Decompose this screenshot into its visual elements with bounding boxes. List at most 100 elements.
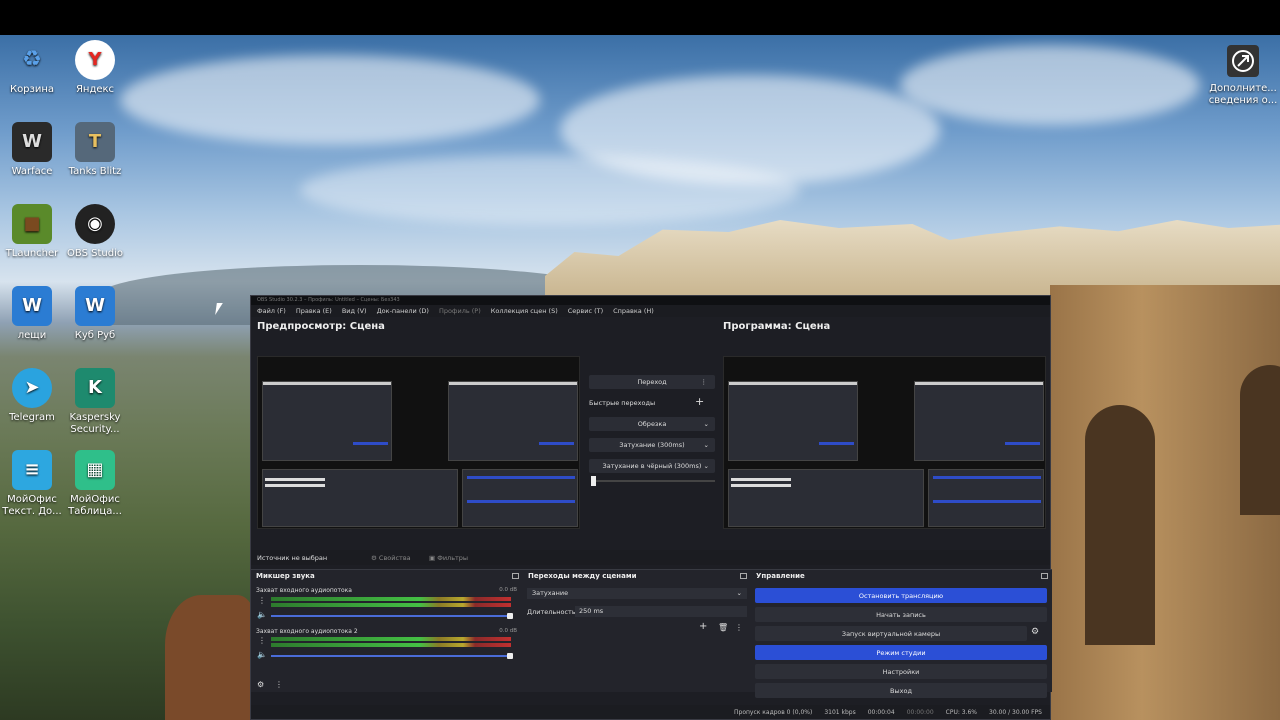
trash-icon[interactable]: 🗑 bbox=[718, 623, 728, 632]
cloud bbox=[300, 155, 800, 225]
recycle-bin-icon: ♻ bbox=[22, 47, 42, 72]
menu-view[interactable]: Вид (V) bbox=[342, 307, 367, 315]
studio-mode-button[interactable]: Режим студии bbox=[755, 645, 1047, 660]
undock-icon[interactable] bbox=[1041, 573, 1048, 579]
menu-file[interactable]: Файл (F) bbox=[257, 307, 286, 315]
volume-slider[interactable] bbox=[271, 615, 511, 617]
recursive-preview bbox=[928, 469, 1044, 527]
menu-docks[interactable]: Док-панели (D) bbox=[377, 307, 429, 315]
recursive-preview bbox=[262, 469, 458, 527]
tlauncher-icon: ■ bbox=[12, 204, 52, 244]
desktop-icon-doc-kub-rub[interactable]: W Куб Руб bbox=[63, 286, 127, 342]
recursive-preview bbox=[728, 381, 858, 461]
duration-input[interactable]: 250 ms bbox=[575, 606, 747, 617]
obs-menubar: Файл (F) Правка (E) Вид (V) Док-панели (… bbox=[251, 305, 1050, 317]
program-canvas[interactable] bbox=[723, 356, 1046, 529]
speaker-icon[interactable]: 🔈 bbox=[257, 650, 267, 659]
desktop-icon-tlauncher[interactable]: ■ TLauncher bbox=[0, 204, 64, 260]
desktop-icon-obs[interactable]: ◉ OBS Studio bbox=[63, 204, 127, 260]
mixer-settings-icon[interactable]: ⚙ bbox=[257, 680, 264, 689]
myoffice-text-icon: ≡ bbox=[12, 450, 52, 490]
mixer-dock: Микшер звука Захват входного аудиопотока… bbox=[251, 569, 523, 692]
chevron-down-icon: ⌄ bbox=[703, 441, 709, 449]
cut-button[interactable]: Обрезка ⌄ bbox=[589, 417, 715, 431]
stream-time: 00:00:04 bbox=[867, 708, 895, 716]
preview-label: Предпросмотр: Сцена bbox=[257, 321, 385, 332]
properties-button[interactable]: ⚙ Свойства bbox=[371, 554, 411, 562]
kaspersky-icon: K bbox=[75, 368, 115, 408]
desktop-icon-warface[interactable]: W Warface bbox=[0, 122, 64, 178]
dropped-frames: Пропуск кадров 0 (0,0%) bbox=[734, 708, 813, 716]
cloud bbox=[900, 45, 1200, 125]
tbar-handle[interactable] bbox=[591, 476, 596, 486]
settings-button[interactable]: Настройки bbox=[755, 664, 1047, 679]
more-icon[interactable]: ⋮ bbox=[735, 623, 743, 632]
volume-knob[interactable] bbox=[507, 653, 513, 659]
duration-label: Длительность bbox=[527, 608, 576, 616]
fade-black-button[interactable]: Затухание в чёрный (300ms) ⌄ bbox=[589, 459, 715, 473]
telegram-icon: ➤ bbox=[12, 368, 52, 408]
volume-meter bbox=[271, 603, 511, 607]
transition-select[interactable]: Затухание ⌄ bbox=[527, 588, 747, 599]
quick-transitions-label: Быстрые переходы bbox=[589, 399, 656, 407]
desktop-icon-myoffice-text[interactable]: ≡ МойОфис Текст. До... bbox=[0, 450, 64, 518]
bitrate: 3101 kbps bbox=[824, 708, 856, 716]
transition-button[interactable]: Переход ⋮ bbox=[589, 375, 715, 389]
speaker-icon[interactable]: 🔈 bbox=[257, 610, 267, 619]
more-icon[interactable]: ⋮ bbox=[275, 680, 283, 689]
obs-window[interactable]: OBS Studio 30.2.3 – Профиль: Untitled – … bbox=[250, 295, 1052, 720]
tanks-blitz-icon: T bbox=[75, 122, 115, 162]
desktop-icon-recycle-bin[interactable]: ♻ Корзина bbox=[0, 40, 64, 96]
menu-help[interactable]: Справка (H) bbox=[613, 307, 654, 315]
status-bar: Пропуск кадров 0 (0,0%) 3101 kbps 00:00:… bbox=[251, 705, 1050, 719]
more-icon[interactable]: ⋮ bbox=[258, 596, 266, 605]
volume-knob[interactable] bbox=[507, 613, 513, 619]
volume-slider[interactable] bbox=[271, 655, 511, 657]
add-quick-transition-icon[interactable]: + bbox=[695, 395, 704, 408]
menu-profile[interactable]: Профиль (P) bbox=[439, 307, 481, 315]
tbar-track[interactable] bbox=[591, 480, 715, 482]
desktop-icon-info[interactable]: Дополните... сведения о... bbox=[1206, 45, 1280, 107]
track-name: Захват входного аудиопотока 2 bbox=[256, 628, 358, 635]
desktop-icon-myoffice-table[interactable]: ▦ МойОфис Таблица... bbox=[63, 450, 127, 518]
bridge-arch bbox=[1240, 365, 1280, 515]
virtual-cam-button[interactable]: Запуск виртуальной камеры bbox=[755, 626, 1027, 641]
track-db: 0.0 dB bbox=[499, 587, 517, 593]
volume-meter bbox=[271, 597, 511, 601]
undock-icon[interactable] bbox=[512, 573, 519, 579]
source-status: Источник не выбран bbox=[257, 554, 328, 562]
track-name: Захват входного аудиопотока bbox=[256, 587, 352, 594]
undock-icon[interactable] bbox=[740, 573, 747, 579]
yandex-icon: Y bbox=[75, 40, 115, 80]
filters-button[interactable]: ▣ Фильтры bbox=[429, 554, 468, 562]
gear-icon[interactable]: ⚙ bbox=[1031, 627, 1039, 637]
track-db: 0.0 dB bbox=[499, 628, 517, 634]
program-label: Программа: Сцена bbox=[723, 321, 831, 332]
transitions-dock: Переходы между сценами Затухание ⌄ Длител… bbox=[523, 569, 751, 692]
more-icon[interactable]: ⋮ bbox=[258, 636, 266, 645]
desktop-icon-telegram[interactable]: ➤ Telegram bbox=[0, 368, 64, 424]
menu-tools[interactable]: Сервис (T) bbox=[568, 307, 603, 315]
recursive-preview bbox=[914, 381, 1044, 461]
volume-meter bbox=[271, 637, 511, 641]
word-doc-icon: W bbox=[75, 286, 115, 326]
fade-button[interactable]: Затухание (300ms) ⌄ bbox=[589, 438, 715, 452]
exit-button[interactable]: Выход bbox=[755, 683, 1047, 698]
stop-stream-button[interactable]: Остановить трансляцию bbox=[755, 588, 1047, 603]
more-icon[interactable]: ⋮ bbox=[701, 378, 708, 386]
fps: 30.00 / 30.00 FPS bbox=[989, 708, 1042, 716]
chevron-down-icon: ⌄ bbox=[703, 462, 709, 470]
menu-scene-collection[interactable]: Коллекция сцен (S) bbox=[491, 307, 558, 315]
desktop-icon-yandex[interactable]: Y Яндекс bbox=[63, 40, 127, 96]
obs-titlebar[interactable]: OBS Studio 30.2.3 – Профиль: Untitled – … bbox=[251, 296, 1050, 305]
preview-canvas[interactable] bbox=[257, 356, 580, 529]
myoffice-table-icon: ▦ bbox=[75, 450, 115, 490]
start-record-button[interactable]: Начать запись bbox=[755, 607, 1047, 622]
desktop-icon-tanks-blitz[interactable]: T Tanks Blitz bbox=[63, 122, 127, 178]
add-transition-icon[interactable]: + bbox=[699, 621, 707, 632]
obs-icon: ◉ bbox=[75, 204, 115, 244]
desktop-icon-kaspersky[interactable]: K Kaspersky Security... bbox=[63, 368, 127, 436]
warface-icon: W bbox=[12, 122, 52, 162]
desktop-icon-doc-leshchi[interactable]: W лещи bbox=[0, 286, 64, 342]
menu-edit[interactable]: Правка (E) bbox=[296, 307, 332, 315]
